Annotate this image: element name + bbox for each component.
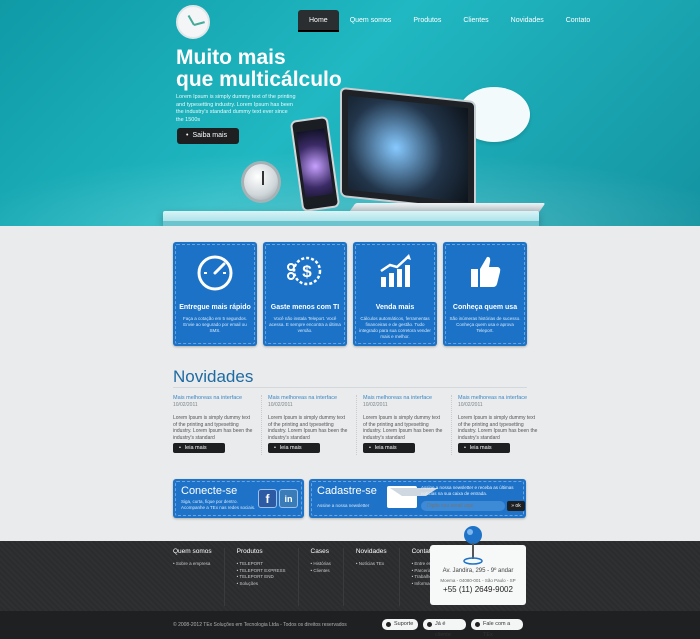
nav-item-clientes[interactable]: Clientes bbox=[452, 10, 499, 32]
ja-e-cliente-button[interactable]: Já é cliente bbox=[423, 619, 466, 638]
speedometer-icon bbox=[197, 255, 233, 291]
news-item: Mais melhoreas na interface 10/02/2011 L… bbox=[268, 395, 357, 455]
features-row: Entregue mais rápido Faça a cotação em 5… bbox=[173, 242, 527, 346]
footer-col-quem-somos: Quem somos Sobre a empresa bbox=[173, 548, 225, 606]
news-item-date: 10/02/2011 bbox=[268, 402, 293, 408]
news-item-title[interactable]: Mais melhoreas na interface bbox=[173, 395, 253, 402]
facebook-icon[interactable]: f bbox=[258, 489, 277, 508]
news-heading: Novidades bbox=[173, 367, 254, 386]
laptop-image bbox=[340, 86, 476, 212]
news-item-title[interactable]: Mais melhoreas na interface bbox=[458, 395, 539, 402]
hero-title: Muito mais que multicálculo bbox=[176, 47, 376, 91]
copyright: © 2008-2012 TEx Soluções em Tecnologia L… bbox=[173, 622, 347, 628]
news-item-date: 10/02/2011 bbox=[458, 402, 483, 408]
leia-mais-button[interactable]: leia mais bbox=[458, 443, 510, 453]
news-list: Mais melhoreas na interface 10/02/2011 L… bbox=[173, 395, 547, 455]
footer-col-title[interactable]: Cases bbox=[311, 548, 331, 555]
feature-title: Entregue mais rápido bbox=[179, 304, 251, 311]
nav-item-novidades[interactable]: Novidades bbox=[500, 10, 555, 32]
news-item-text: Lorem Ipsum is simply dummy text of the … bbox=[458, 415, 538, 441]
news-item: Mais melhoreas na interface 10/02/2011 L… bbox=[173, 395, 262, 455]
connect-subtitle: Siga, curta, fique por dentro. Acompanhe… bbox=[181, 499, 256, 510]
growth-chart-icon bbox=[380, 254, 411, 287]
email-field[interactable] bbox=[421, 501, 505, 511]
scissors-dollar-icon: $ bbox=[287, 256, 322, 286]
news-item-title[interactable]: Mais melhoreas na interface bbox=[268, 395, 348, 402]
address-line: Av. Jandira, 295 - 9º andar bbox=[442, 568, 514, 574]
feature-card[interactable]: Venda mais Cálculos automáticos, ferrame… bbox=[353, 242, 437, 346]
envelope-icon bbox=[387, 486, 438, 508]
suporte-button[interactable]: Suporte bbox=[382, 619, 418, 630]
thumbs-up-icon bbox=[471, 256, 501, 287]
nav-item-home[interactable]: Home bbox=[298, 10, 339, 32]
news-divider bbox=[173, 387, 527, 388]
clock-logo-icon[interactable] bbox=[176, 5, 210, 39]
address-city: Moema - 04080-001 - São Paulo - SP bbox=[440, 578, 516, 583]
nav-item-contato[interactable]: Contato bbox=[555, 10, 602, 32]
leia-mais-button[interactable]: leia mais bbox=[363, 443, 415, 453]
linkedin-icon[interactable]: in bbox=[279, 489, 298, 508]
news-item: Mais melhoreas na interface 10/02/2011 L… bbox=[458, 395, 547, 455]
footer-link[interactable]: Clientes bbox=[311, 568, 331, 575]
glass-platform bbox=[163, 211, 539, 226]
news-item-text: Lorem Ipsum is simply dummy text of the … bbox=[268, 415, 348, 441]
footer-col-novidades: Novidades Notícias TEx bbox=[356, 548, 400, 606]
footer-link[interactable]: Notícias TEx bbox=[356, 561, 387, 568]
feature-text: São inúmeras histórias de sucesso. Conhe… bbox=[449, 316, 521, 333]
phone-number: +55 (11) 2649-9002 bbox=[443, 585, 513, 594]
footer-link[interactable]: Histórias bbox=[311, 561, 331, 568]
footer-col-title[interactable]: Quem somos bbox=[173, 548, 212, 555]
footer-link[interactable]: Soluções bbox=[237, 581, 286, 588]
phone-image bbox=[289, 115, 341, 213]
hero-text: Lorem Ipsum is simply dummy text of the … bbox=[176, 94, 296, 123]
feature-text: Você não instala Teleport. Você acessa. … bbox=[269, 316, 341, 333]
ok-button[interactable]: » ok bbox=[507, 501, 525, 511]
newsletter-text: Assine a nossa newsletter e receba as úl… bbox=[421, 485, 514, 496]
footer-col-cases: Cases Histórias Clientes bbox=[311, 548, 344, 606]
footer-col-title[interactable]: Novidades bbox=[356, 548, 387, 555]
nav-item-produtos[interactable]: Produtos bbox=[402, 10, 452, 32]
bottom-bar: © 2008-2012 TEx Soluções em Tecnologia L… bbox=[0, 611, 700, 639]
footer-col-produtos: Produtos TELEPORT TELEPORT EXPRESS TELEP… bbox=[237, 548, 299, 606]
feature-title: Conheça quem usa bbox=[452, 304, 518, 311]
news-item-date: 10/02/2011 bbox=[363, 402, 388, 408]
footer: Quem somos Sobre a empresa Produtos TELE… bbox=[0, 541, 700, 611]
news-item-title[interactable]: Mais melhoreas na interface bbox=[363, 395, 443, 402]
nav-item-quem-somos[interactable]: Quem somos bbox=[339, 10, 403, 32]
feature-title: Venda mais bbox=[375, 304, 415, 311]
news-item-text: Lorem Ipsum is simply dummy text of the … bbox=[363, 415, 443, 441]
main-nav: Home Quem somos Produtos Clientes Novida… bbox=[298, 10, 601, 32]
feature-title: Gaste menos com TI bbox=[270, 304, 340, 311]
svg-text:$: $ bbox=[302, 262, 312, 281]
fale-com-tex-button[interactable]: Fale com a TEx bbox=[471, 619, 523, 638]
footer-col-title[interactable]: Produtos bbox=[237, 548, 286, 555]
feature-text: Cálculos automáticos, ferramentas financ… bbox=[359, 316, 431, 339]
feature-text: Faça a cotação em 5 segundos. Envie ao s… bbox=[182, 316, 248, 333]
news-item-text: Lorem Ipsum is simply dummy text of the … bbox=[173, 415, 253, 441]
map-pin-icon bbox=[463, 526, 483, 565]
footer-link[interactable]: Sobre a empresa bbox=[173, 561, 212, 568]
feature-card[interactable]: Conheça quem usa São inúmeras histórias … bbox=[443, 242, 527, 346]
news-item-date: 10/02/2011 bbox=[173, 402, 198, 408]
connect-box: Conecte-se Siga, curta, fique por dentro… bbox=[173, 479, 304, 518]
signup-title: Cadastre-se bbox=[317, 485, 377, 497]
stopwatch-image bbox=[241, 161, 281, 203]
signup-box: Cadastre-se Assine a nossa newsletter As… bbox=[309, 479, 526, 518]
feature-card[interactable]: $ Gaste menos com TI Você não instala Te… bbox=[263, 242, 347, 346]
signup-subtitle: Assine a nossa newsletter bbox=[317, 503, 370, 508]
saiba-mais-button[interactable]: Saiba mais bbox=[177, 128, 239, 144]
hero-banner: Home Quem somos Produtos Clientes Novida… bbox=[0, 0, 700, 226]
connect-title: Conecte-se bbox=[181, 485, 238, 497]
leia-mais-button[interactable]: leia mais bbox=[268, 443, 320, 453]
feature-card[interactable]: Entregue mais rápido Faça a cotação em 5… bbox=[173, 242, 257, 346]
leia-mais-button[interactable]: leia mais bbox=[173, 443, 225, 453]
news-item: Mais melhoreas na interface 10/02/2011 L… bbox=[363, 395, 452, 455]
hero-title-line1: Muito mais bbox=[176, 46, 286, 69]
